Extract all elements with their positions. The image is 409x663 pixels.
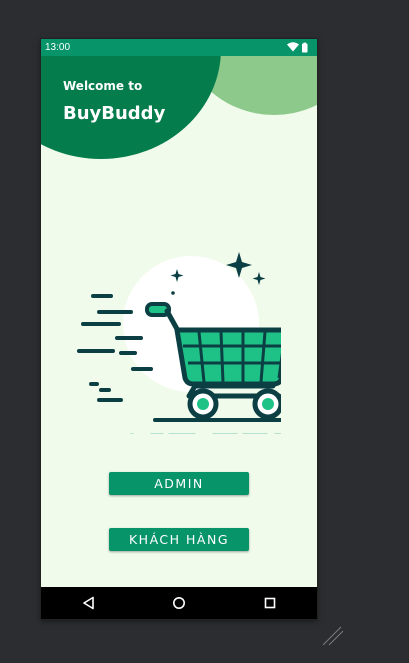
header-decoration-dark: [41, 39, 221, 159]
admin-button[interactable]: ADMIN: [109, 472, 249, 495]
navigation-bar: [41, 587, 317, 619]
home-icon[interactable]: [171, 595, 187, 611]
sparkle-icon: [252, 272, 266, 285]
phone-screen: 13:00 Welcome to BuyBuddy ADMIN KHÁCH HÀ…: [41, 39, 317, 619]
cart-wheel: [252, 388, 284, 420]
resize-handle-icon[interactable]: [321, 625, 345, 652]
battery-icon: [302, 43, 308, 53]
welcome-text: Welcome to: [63, 79, 143, 93]
status-bar: 13:00: [41, 39, 317, 56]
app-title: BuyBuddy: [63, 103, 166, 124]
status-icons: [287, 41, 311, 53]
shopping-cart-illustration: [71, 244, 308, 439]
cart-wheel: [187, 388, 219, 420]
customer-button[interactable]: KHÁCH HÀNG: [109, 528, 249, 551]
back-icon[interactable]: [81, 595, 97, 611]
status-time: 13:00: [45, 42, 71, 53]
recents-icon[interactable]: [262, 595, 278, 611]
wifi-icon: [287, 42, 299, 52]
